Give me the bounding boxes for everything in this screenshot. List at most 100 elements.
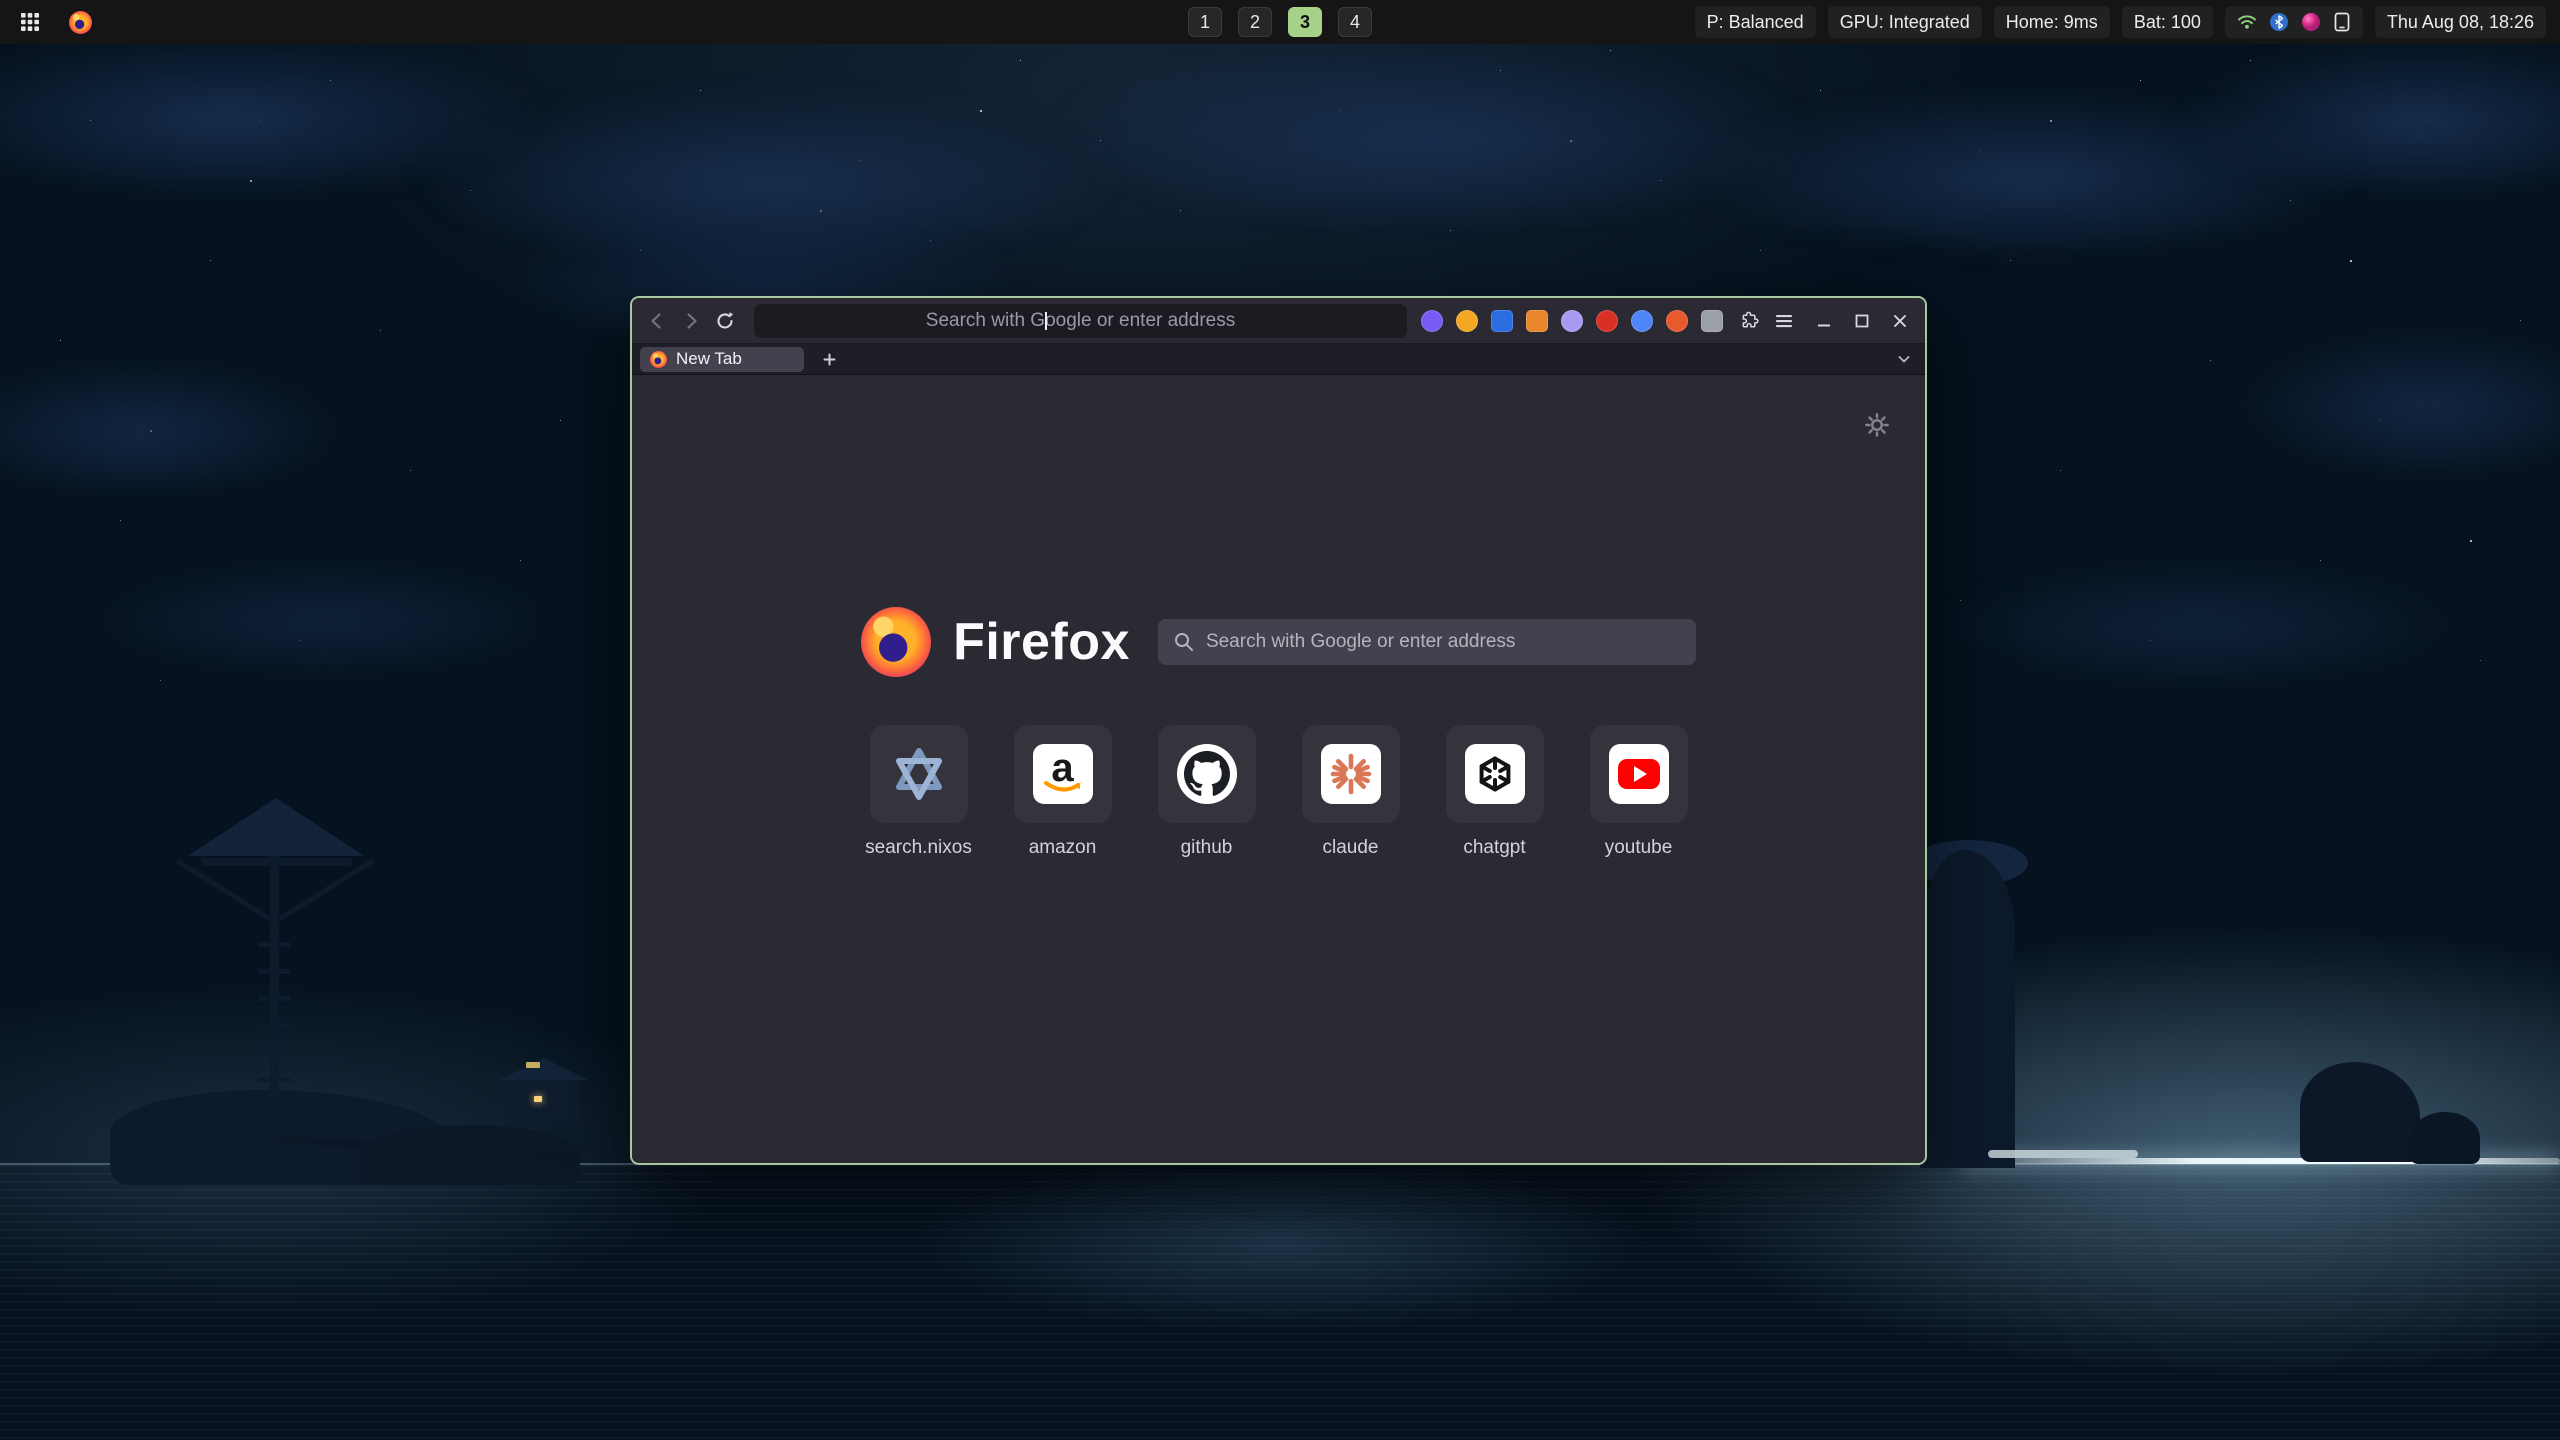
firefox-launcher-button[interactable] — [64, 6, 96, 38]
tile — [1590, 725, 1688, 823]
watchtower-ladder — [258, 920, 290, 1150]
extension-icon-5[interactable] — [1561, 310, 1583, 332]
media-indicator-icon[interactable] — [2301, 12, 2321, 32]
shortcut-label: youtube — [1605, 837, 1673, 859]
island-watchtower — [110, 790, 670, 1190]
workspace-3-active[interactable]: 3 — [1288, 7, 1322, 37]
new-tab-button[interactable] — [816, 347, 842, 372]
status-bar: 1 2 3 4 P: Balanced GPU: Integrated Home… — [0, 0, 2560, 44]
network-latency-status[interactable]: Home: 9ms — [1994, 6, 2110, 38]
forward-button[interactable] — [676, 306, 706, 336]
shortcut-search-nixos[interactable]: search.nixos — [847, 725, 991, 859]
hut-window-light — [534, 1096, 542, 1102]
extension-icon-4[interactable] — [1526, 310, 1548, 332]
shortcut-chatgpt[interactable]: chatgpt — [1423, 725, 1567, 859]
tab-new-tab[interactable]: New Tab — [640, 347, 804, 372]
extension-icon-3[interactable] — [1491, 310, 1513, 332]
shortcut-label: chatgpt — [1463, 837, 1525, 859]
statusbar-right: P: Balanced GPU: Integrated Home: 9ms Ba… — [1695, 6, 2546, 38]
amazon-icon: a — [1033, 744, 1093, 804]
cloud — [1050, 40, 1810, 220]
reload-icon — [714, 310, 736, 332]
island-rocks-right — [1880, 850, 2440, 1180]
firefox-wordmark: Firefox — [953, 612, 1130, 672]
extension-icon-7[interactable] — [1631, 310, 1653, 332]
extension-icon-2[interactable] — [1456, 310, 1478, 332]
newtab-hero: Firefox — [632, 607, 1925, 859]
tile — [1158, 725, 1256, 823]
forward-icon — [680, 310, 702, 332]
tab-title: New Tab — [676, 349, 742, 369]
reload-button[interactable] — [710, 306, 740, 336]
close-button[interactable] — [1885, 306, 1915, 336]
logo-search-row: Firefox — [861, 607, 1696, 677]
desktop: 1 2 3 4 P: Balanced GPU: Integrated Home… — [0, 0, 2560, 1440]
window-controls — [1809, 306, 1915, 336]
cloud — [90, 560, 560, 670]
watchtower-roof — [188, 798, 364, 856]
extension-icon-9[interactable] — [1701, 310, 1723, 332]
far-rock — [2410, 1112, 2480, 1164]
list-all-tabs-button[interactable] — [1891, 347, 1917, 372]
close-icon — [1891, 312, 1909, 330]
workspace-switcher: 1 2 3 4 — [1188, 0, 1372, 44]
menu-button[interactable] — [1769, 306, 1799, 336]
workspace-2[interactable]: 2 — [1238, 7, 1272, 37]
clock[interactable]: Thu Aug 08, 18:26 — [2375, 6, 2546, 38]
back-button[interactable] — [642, 306, 672, 336]
puzzle-icon — [1740, 310, 1761, 331]
back-icon — [646, 310, 668, 332]
tile — [870, 725, 968, 823]
shortcut-youtube[interactable]: youtube — [1567, 725, 1711, 859]
extension-icon-6[interactable] — [1596, 310, 1618, 332]
minimize-icon — [1815, 312, 1833, 330]
shortcut-label: github — [1181, 837, 1233, 859]
beach-strip — [1988, 1150, 2138, 1158]
sea-texture — [0, 1165, 2560, 1440]
extension-icon-8[interactable] — [1666, 310, 1688, 332]
chevron-down-icon — [1896, 351, 1912, 367]
cloud — [1940, 560, 2460, 680]
workspace-1[interactable]: 1 — [1188, 7, 1222, 37]
shortcut-amazon[interactable]: a amazon — [991, 725, 1135, 859]
url-bar[interactable]: Search with Google or enter address — [754, 304, 1407, 338]
watchtower-brace — [176, 859, 280, 927]
watchtower-platform — [202, 858, 352, 866]
tile: a — [1014, 725, 1112, 823]
shortcut-claude[interactable]: claude — [1279, 725, 1423, 859]
extensions-button[interactable] — [1735, 306, 1765, 336]
app-launcher-button[interactable] — [14, 6, 46, 38]
shortcut-label: amazon — [1029, 837, 1097, 859]
youtube-icon — [1609, 744, 1669, 804]
tile — [1302, 725, 1400, 823]
gear-icon — [1864, 412, 1890, 438]
battery-status[interactable]: Bat: 100 — [2122, 6, 2213, 38]
newtab-search-input[interactable] — [1158, 619, 1696, 665]
tab-favicon-firefox — [650, 351, 667, 368]
workspace-4[interactable]: 4 — [1338, 7, 1372, 37]
display-icon[interactable] — [2333, 12, 2351, 32]
shortcut-label: claude — [1323, 837, 1379, 859]
search-icon — [1173, 631, 1195, 653]
extension-icon-1[interactable] — [1421, 310, 1443, 332]
url-bar-placeholder: Search with Google or enter address — [926, 310, 1235, 332]
shortcut-github[interactable]: github — [1135, 725, 1279, 859]
maximize-button[interactable] — [1847, 306, 1877, 336]
maximize-icon — [1853, 312, 1871, 330]
plus-icon — [822, 352, 837, 367]
text-caret — [1045, 312, 1047, 330]
personalize-button[interactable] — [1863, 411, 1891, 439]
power-profile-status[interactable]: P: Balanced — [1695, 6, 1816, 38]
tile — [1446, 725, 1544, 823]
bluetooth-icon[interactable] — [2269, 12, 2289, 32]
island-sign — [526, 1062, 540, 1068]
extension-icons — [1421, 310, 1723, 332]
statusbar-left — [14, 6, 96, 38]
gpu-status[interactable]: GPU: Integrated — [1828, 6, 1982, 38]
shortcut-tiles: search.nixos a — [847, 725, 1711, 859]
minimize-button[interactable] — [1809, 306, 1839, 336]
firefox-icon — [69, 11, 92, 34]
watchtower-brace — [270, 859, 374, 927]
browser-toolbar: Search with Google or enter address — [632, 298, 1925, 344]
wifi-icon[interactable] — [2237, 13, 2257, 31]
